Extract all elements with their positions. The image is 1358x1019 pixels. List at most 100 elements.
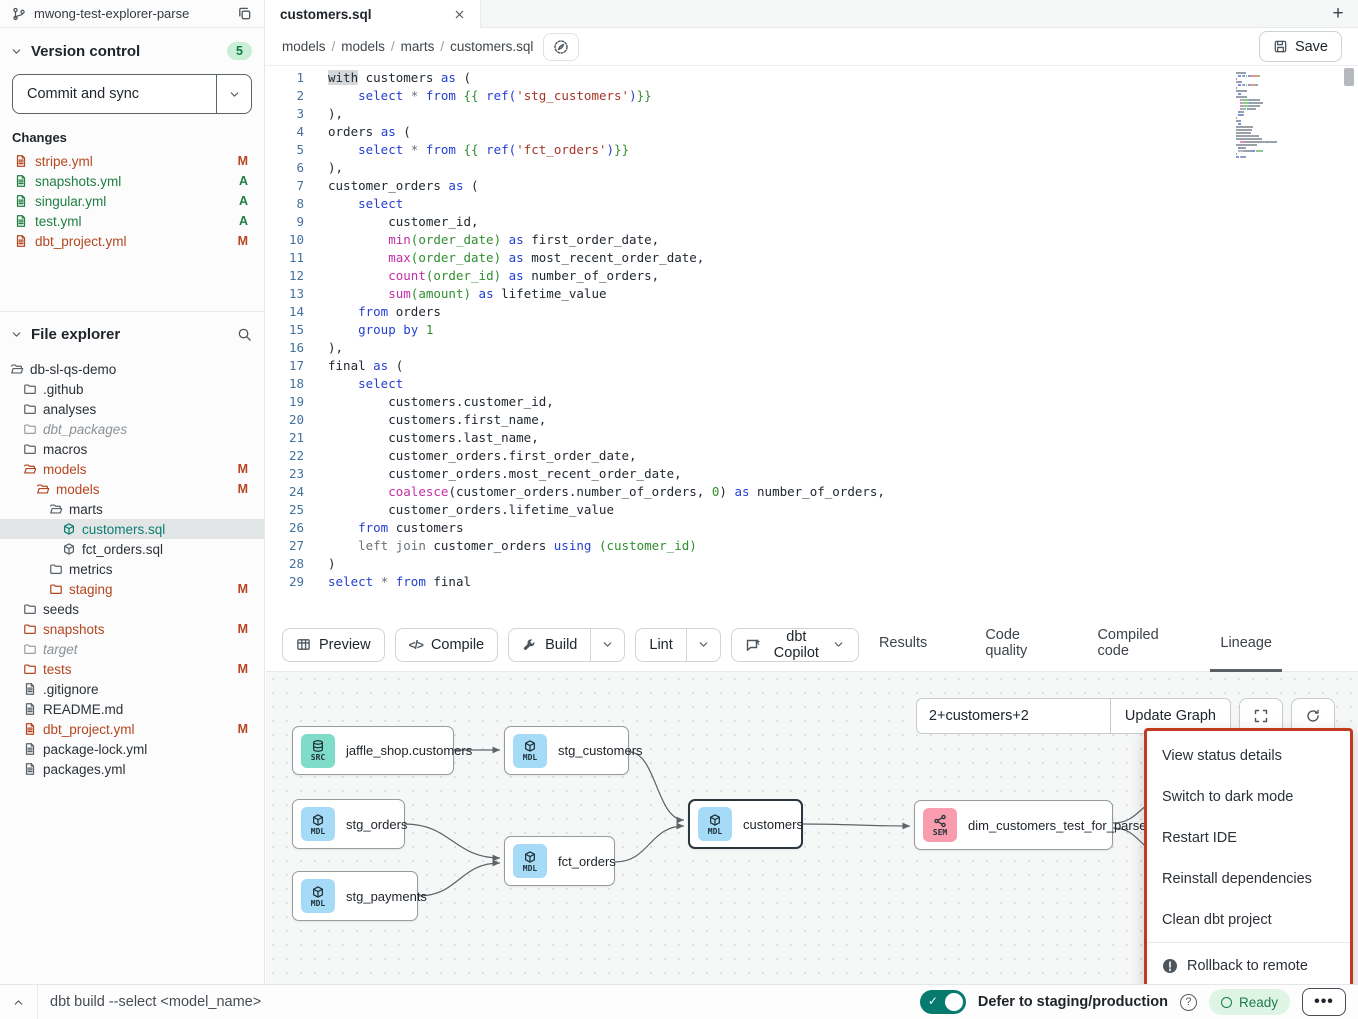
expand-command-bar-button[interactable] bbox=[0, 985, 38, 1019]
changed-file-row[interactable]: snapshots.yml A bbox=[0, 171, 264, 191]
code-line[interactable]: 14 from orders bbox=[266, 303, 1358, 321]
save-button[interactable]: Save bbox=[1259, 31, 1342, 62]
file-tree-item--gitignore[interactable]: .gitignore bbox=[0, 679, 264, 699]
more-options-button[interactable]: ••• bbox=[1302, 988, 1346, 1016]
changed-file-row[interactable]: singular.yml A bbox=[0, 191, 264, 211]
changed-file-row[interactable]: stripe.yml M bbox=[0, 151, 264, 171]
code-line[interactable]: 23 customer_orders.most_recent_order_dat… bbox=[266, 465, 1358, 483]
preview-button[interactable]: Preview bbox=[282, 628, 385, 662]
lineage-node-fct_orders[interactable]: MDL fct_orders bbox=[504, 836, 615, 886]
tab-compiled-code[interactable]: Compiled code bbox=[1087, 618, 1172, 672]
code-line[interactable]: 26 from customers bbox=[266, 519, 1358, 537]
code-line[interactable]: 10 min(order_date) as first_order_date, bbox=[266, 231, 1358, 249]
tab-customers-sql[interactable]: customers.sql bbox=[266, 0, 481, 28]
search-icon[interactable] bbox=[237, 327, 252, 342]
build-options-caret[interactable] bbox=[591, 628, 625, 662]
dbt-copilot-button[interactable]: dbt Copilot bbox=[731, 628, 859, 662]
copy-icon[interactable] bbox=[237, 6, 252, 21]
code-line[interactable]: 20 customers.first_name, bbox=[266, 411, 1358, 429]
lineage-node-stg_orders[interactable]: MDL stg_orders bbox=[292, 799, 405, 849]
code-line[interactable]: 16), bbox=[266, 339, 1358, 357]
code-line[interactable]: 2 select * from {{ ref('stg_customers')}… bbox=[266, 87, 1358, 105]
file-tree-item-readme-md[interactable]: README.md bbox=[0, 699, 264, 719]
code-line[interactable]: 13 sum(amount) as lifetime_value bbox=[266, 285, 1358, 303]
file-tree-item-package-lock-yml[interactable]: package-lock.yml bbox=[0, 739, 264, 759]
compile-button[interactable]: </>Compile bbox=[395, 628, 499, 662]
menu-item-switch-to-dark-mode[interactable]: Switch to dark mode bbox=[1147, 776, 1350, 817]
breadcrumb-item[interactable]: marts bbox=[401, 39, 435, 54]
file-tree-item-target[interactable]: target bbox=[0, 639, 264, 659]
file-tree-item-fct-orders-sql[interactable]: fct_orders.sql bbox=[0, 539, 264, 559]
code-line[interactable]: 25 customer_orders.lifetime_value bbox=[266, 501, 1358, 519]
code-line[interactable]: 18 select bbox=[266, 375, 1358, 393]
file-explorer-header[interactable]: File explorer bbox=[0, 312, 264, 353]
file-tree-item-packages-yml[interactable]: packages.yml bbox=[0, 759, 264, 779]
defer-toggle[interactable]: ✓ bbox=[920, 990, 966, 1014]
tab-results[interactable]: Results bbox=[869, 618, 937, 672]
file-tree-item-dbt-project-yml[interactable]: dbt_project.ymlM bbox=[0, 719, 264, 739]
tab-code-quality[interactable]: Code quality bbox=[975, 618, 1049, 672]
lineage-node-stg_payments[interactable]: MDL stg_payments bbox=[292, 871, 418, 921]
graph-search-input[interactable] bbox=[916, 698, 1110, 734]
file-tree-item-seeds[interactable]: seeds bbox=[0, 599, 264, 619]
code-line[interactable]: 4orders as ( bbox=[266, 123, 1358, 141]
breadcrumb-item[interactable]: models bbox=[282, 39, 326, 54]
code-line[interactable]: 12 count(order_id) as number_of_orders, bbox=[266, 267, 1358, 285]
code-line[interactable]: 3), bbox=[266, 105, 1358, 123]
code-editor[interactable]: 1with customers as (2 select * from {{ r… bbox=[266, 66, 1358, 618]
lint-options-caret[interactable] bbox=[687, 628, 721, 662]
code-line[interactable]: 29select * from final bbox=[266, 573, 1358, 591]
version-control-header[interactable]: Version control 5 bbox=[0, 28, 264, 70]
menu-item-view-status-details[interactable]: View status details bbox=[1147, 735, 1350, 776]
file-tree-item-staging[interactable]: stagingM bbox=[0, 579, 264, 599]
file-tree-item--github[interactable]: .github bbox=[0, 379, 264, 399]
file-tree-item-tests[interactable]: testsM bbox=[0, 659, 264, 679]
copilot-edit-button[interactable] bbox=[543, 33, 579, 61]
file-tree-item-dbt-packages[interactable]: dbt_packages bbox=[0, 419, 264, 439]
build-button[interactable]: Build bbox=[508, 628, 591, 662]
file-tree-item-marts[interactable]: marts bbox=[0, 499, 264, 519]
code-line[interactable]: 27 left join customer_orders using (cust… bbox=[266, 537, 1358, 555]
tab-lineage[interactable]: Lineage bbox=[1210, 618, 1282, 672]
changed-file-row[interactable]: dbt_project.yml M bbox=[0, 231, 264, 251]
code-line[interactable]: 19 customers.customer_id, bbox=[266, 393, 1358, 411]
file-tree-item-snapshots[interactable]: snapshotsM bbox=[0, 619, 264, 639]
file-tree-item-macros[interactable]: macros bbox=[0, 439, 264, 459]
code-line[interactable]: 9 customer_id, bbox=[266, 213, 1358, 231]
lineage-node-stg_customers[interactable]: MDL stg_customers bbox=[504, 726, 629, 775]
code-line[interactable]: 28) bbox=[266, 555, 1358, 573]
breadcrumb-item[interactable]: customers.sql bbox=[450, 39, 533, 54]
lineage-node-dim_customers[interactable]: SEM dim_customers_test_for_parse bbox=[914, 800, 1113, 850]
editor-scrollbar[interactable] bbox=[1344, 68, 1354, 608]
code-line[interactable]: 11 max(order_date) as most_recent_order_… bbox=[266, 249, 1358, 267]
code-line[interactable]: 7customer_orders as ( bbox=[266, 177, 1358, 195]
code-line[interactable]: 8 select bbox=[266, 195, 1358, 213]
lint-button[interactable]: Lint bbox=[635, 628, 686, 662]
file-tree-item-analyses[interactable]: analyses bbox=[0, 399, 264, 419]
new-tab-button[interactable]: + bbox=[1318, 0, 1358, 27]
menu-item-rollback-to-remote[interactable]: Rollback to remote bbox=[1147, 945, 1350, 984]
file-tree-item-models[interactable]: modelsM bbox=[0, 459, 264, 479]
breadcrumb-item[interactable]: models bbox=[341, 39, 385, 54]
code-line[interactable]: 17final as ( bbox=[266, 357, 1358, 375]
minimap[interactable] bbox=[1236, 72, 1302, 159]
command-input[interactable]: dbt build --select <model_name> bbox=[38, 994, 920, 1010]
code-line[interactable]: 1with customers as ( bbox=[266, 69, 1358, 87]
close-icon[interactable] bbox=[453, 8, 466, 21]
file-tree-item-db-sl-qs-demo[interactable]: db-sl-qs-demo bbox=[0, 359, 264, 379]
menu-item-reinstall-dependencies[interactable]: Reinstall dependencies bbox=[1147, 858, 1350, 899]
help-icon[interactable]: ? bbox=[1180, 994, 1197, 1011]
menu-item-clean-dbt-project[interactable]: Clean dbt project bbox=[1147, 899, 1350, 940]
commit-and-sync-button[interactable]: Commit and sync bbox=[12, 74, 216, 114]
code-line[interactable]: 6), bbox=[266, 159, 1358, 177]
code-line[interactable]: 22 customer_orders.first_order_date, bbox=[266, 447, 1358, 465]
lineage-canvas[interactable]: SRC jaffle_shop.customers MDL stg_custom… bbox=[266, 672, 1358, 984]
code-line[interactable]: 5 select * from {{ ref('fct_orders')}} bbox=[266, 141, 1358, 159]
commit-options-caret[interactable] bbox=[216, 74, 252, 114]
code-line[interactable]: 21 customers.last_name, bbox=[266, 429, 1358, 447]
code-line[interactable]: 15 group by 1 bbox=[266, 321, 1358, 339]
changed-file-row[interactable]: test.yml A bbox=[0, 211, 264, 231]
menu-item-restart-ide[interactable]: Restart IDE bbox=[1147, 817, 1350, 858]
file-tree-item-metrics[interactable]: metrics bbox=[0, 559, 264, 579]
code-line[interactable]: 24 coalesce(customer_orders.number_of_or… bbox=[266, 483, 1358, 501]
